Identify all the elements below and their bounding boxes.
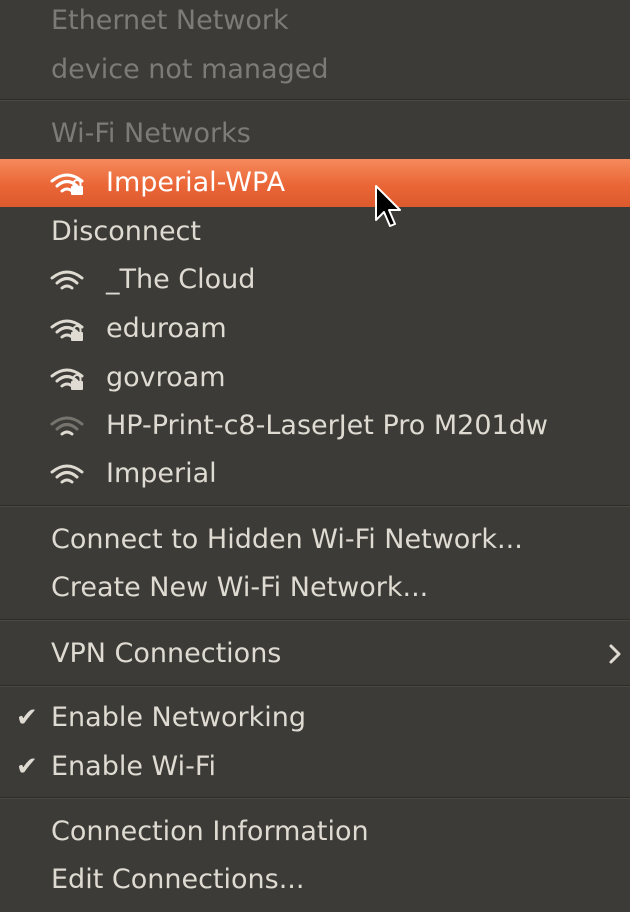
separator [0,797,630,799]
wifi-network-label: _The Cloud [106,264,256,295]
wifi-icon [50,270,84,290]
wifi-network-label: Imperial-WPA [106,167,286,198]
connect-hidden-label: Connect to Hidden Wi-Fi Network... [51,524,523,555]
connection-information-label: Connection Information [51,816,369,847]
chevron-right-icon [609,644,621,664]
mouse-pointer-icon [375,185,401,227]
wifi-network-label: Imperial [106,458,217,489]
wifi-title: Wi-Fi Networks [51,118,251,149]
wifi-weak-icon [50,416,84,436]
edit-connections-label: Edit Connections... [51,864,305,895]
ethernet-status: device not managed [0,46,630,94]
wifi-network-hp-print[interactable]: HP-Print-c8-LaserJet Pro M201dw [0,402,630,450]
wifi-network-label: govroam [106,362,226,393]
create-new-label: Create New Wi-Fi Network... [51,572,429,603]
network-menu: Ethernet Network device not managed Wi-F… [0,0,630,912]
separator [0,685,630,687]
separator [0,99,630,101]
wifi-lock-icon [50,368,84,390]
edit-connections-item[interactable]: Edit Connections... [0,856,630,904]
connect-hidden-network-item[interactable]: Connect to Hidden Wi-Fi Network... [0,516,630,564]
wifi-lock-icon [50,319,84,341]
wifi-network-govroam[interactable]: govroam [0,354,630,402]
connection-information-item[interactable]: Connection Information [0,808,630,856]
wifi-network-eduroam[interactable]: eduroam [0,305,630,353]
wifi-icon [50,464,84,484]
wifi-header: Wi-Fi Networks [0,110,630,158]
vpn-label: VPN Connections [51,638,282,669]
check-icon: ✔ [16,703,38,733]
separator [0,619,630,621]
enable-networking-item[interactable]: ✔ Enable Networking [0,694,630,742]
disconnect-item[interactable]: Disconnect [0,208,630,256]
create-new-network-item[interactable]: Create New Wi-Fi Network... [0,564,630,612]
wifi-network-label: eduroam [106,313,227,344]
enable-wifi-item[interactable]: ✔ Enable Wi-Fi [0,743,630,791]
check-icon: ✔ [16,752,38,782]
enable-networking-label: Enable Networking [51,702,307,733]
wifi-lock-icon [50,173,84,195]
wifi-network-the-cloud[interactable]: _The Cloud [0,256,630,304]
disconnect-label: Disconnect [51,216,201,247]
ethernet-status-text: device not managed [51,54,329,85]
ethernet-title: Ethernet Network [51,5,289,36]
enable-wifi-label: Enable Wi-Fi [51,751,216,782]
wifi-network-imperial-wpa[interactable]: Imperial-WPA [0,159,630,207]
ethernet-header: Ethernet Network [0,0,630,45]
vpn-connections-item[interactable]: VPN Connections [0,630,630,678]
wifi-network-imperial[interactable]: Imperial [0,450,630,498]
separator [0,505,630,507]
wifi-network-label: HP-Print-c8-LaserJet Pro M201dw [106,410,548,441]
